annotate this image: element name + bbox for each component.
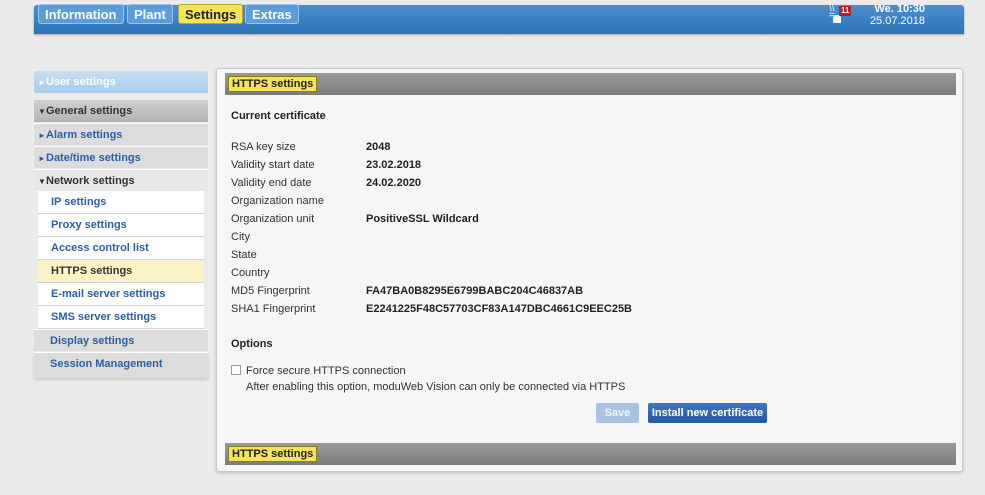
panel-title: HTTPS settings (228, 76, 318, 92)
panel-header: HTTPS settings (225, 73, 956, 95)
save-button[interactable]: Save (596, 403, 639, 423)
sidebar-item-display-settings[interactable]: Display settings (34, 329, 208, 351)
validity-end-value: 24.02.2020 (366, 177, 422, 189)
tab-information[interactable]: Information (38, 4, 124, 24)
md5-fingerprint-label: MD5 Fingerprint (231, 285, 310, 297)
sidebar-item-general-settings[interactable]: ▼General settings (34, 100, 208, 122)
sha1-fingerprint-value: E2241225F48C57703CF83A147DBC4661C9EEC25B (366, 303, 633, 315)
alarm-siren-icon[interactable]: \\ = 11 (829, 4, 853, 25)
validity-start-value: 23.02.2018 (366, 159, 422, 171)
rsa-key-size-label: RSA key size (231, 141, 296, 153)
panel-footer: HTTPS settings (225, 443, 956, 465)
chevron-right-icon: ► (38, 131, 46, 140)
organization-name-label: Organization name (231, 195, 324, 207)
datetime-display: We. 10:30 25.07.2018 (869, 3, 925, 27)
sidebar-item-user-settings[interactable]: ►User settings (34, 71, 208, 93)
organization-unit-value: PositiveSSL Wildcard (366, 213, 479, 225)
chevron-down-icon: ▼ (38, 177, 46, 186)
install-certificate-button[interactable]: Install new certificate (648, 403, 767, 423)
sidebar-item-label: Date/time settings (46, 152, 141, 164)
sidebar-item-label: Alarm settings (46, 129, 123, 141)
sidebar-item-sms-server-settings[interactable]: SMS server settings (38, 306, 204, 329)
force-https-checkbox[interactable] (231, 365, 241, 375)
current-certificate-heading: Current certificate (231, 110, 326, 122)
force-https-label: Force secure HTTPS connection (246, 365, 406, 377)
chevron-right-icon: ► (38, 78, 46, 87)
options-heading: Options (231, 338, 273, 350)
sidebar-item-label: Network settings (46, 175, 135, 187)
md5-fingerprint-value: FA47BA0B8295E6799BABC204C46837AB (366, 285, 584, 297)
panel-footer-title: HTTPS settings (228, 446, 318, 462)
sidebar-item-alarm-settings[interactable]: ►Alarm settings (34, 123, 208, 145)
city-label: City (231, 231, 250, 243)
date-text: 25.07.2018 (869, 15, 925, 27)
sha1-fingerprint-label: SHA1 Fingerprint (231, 303, 316, 315)
sidebar-item-session-management[interactable]: Session Management (34, 352, 208, 378)
chevron-down-icon: ▼ (38, 107, 46, 116)
top-nav-bar (34, 5, 964, 34)
sidebar-item-https-settings[interactable]: HTTPS settings (38, 260, 204, 283)
tab-extras[interactable]: Extras (245, 4, 299, 24)
sidebar-item-ip-settings[interactable]: IP settings (38, 191, 204, 214)
country-label: Country (231, 267, 270, 279)
alarm-count-badge: 11 (839, 6, 852, 16)
sidebar-item-email-server-settings[interactable]: E-mail server settings (38, 283, 204, 306)
sidebar-item-label: User settings (46, 76, 116, 88)
validity-end-label: Validity end date (231, 177, 312, 189)
state-label: State (231, 249, 257, 261)
sidebar-item-access-control-list[interactable]: Access control list (38, 237, 204, 260)
sidebar-item-label: General settings (46, 105, 133, 117)
tab-plant[interactable]: Plant (127, 4, 173, 24)
day-time-text: We. 10:30 (874, 3, 925, 15)
organization-unit-label: Organization unit (231, 213, 315, 225)
chevron-right-icon: ► (38, 154, 46, 163)
sidebar-item-network-settings[interactable]: ▼Network settings (34, 169, 208, 191)
https-settings-panel (216, 68, 963, 472)
sidebar-item-proxy-settings[interactable]: Proxy settings (38, 214, 204, 237)
tab-settings[interactable]: Settings (178, 4, 244, 24)
rsa-key-size-value: 2048 (366, 141, 391, 153)
sidebar-item-datetime-settings[interactable]: ►Date/time settings (34, 146, 208, 168)
validity-start-label: Validity start date (231, 159, 315, 171)
siren-body-icon (833, 15, 841, 23)
force-https-hint: After enabling this option, moduWeb Visi… (246, 381, 626, 393)
